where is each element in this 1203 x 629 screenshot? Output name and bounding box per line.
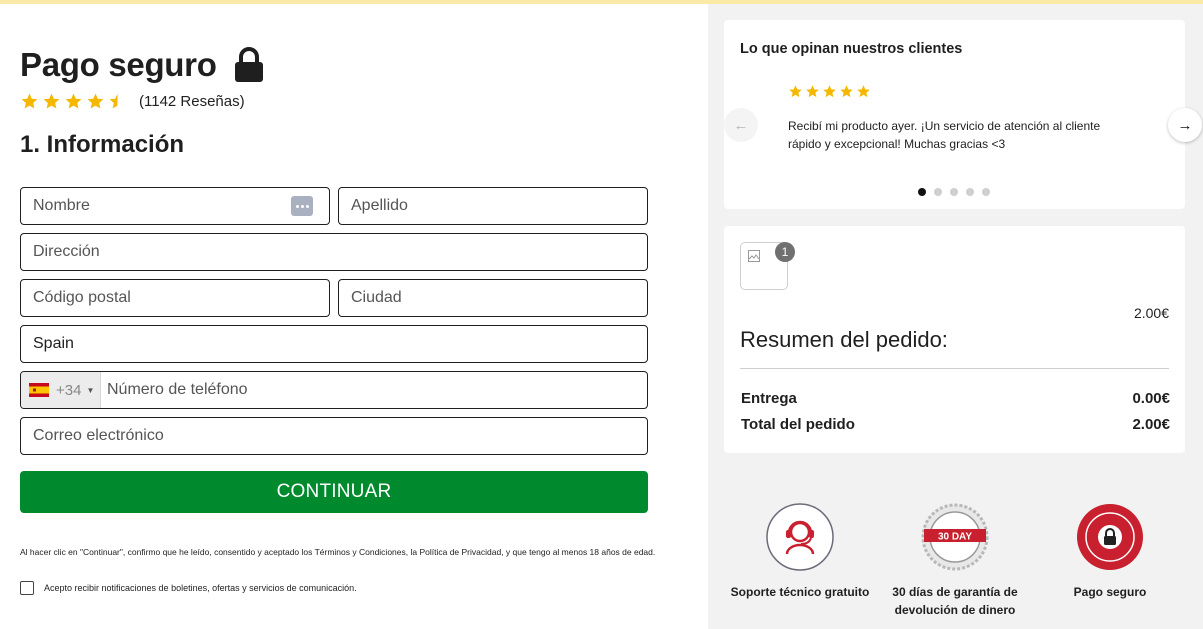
carousel-dot[interactable] [966,188,974,196]
total-value: 2.00€ [1132,416,1170,433]
email-placeholder: Correo electrónico [33,427,164,444]
total-row: Total del pedido 2.00€ [741,416,1170,433]
guarantee-seal-icon: 30 DAY [921,503,989,571]
star-icon [857,85,870,98]
summary-divider [740,368,1169,369]
support-label: Soporte técnico gratuito [730,585,870,599]
star-icon [823,85,836,98]
city-placeholder: Ciudad [351,289,402,306]
email-field[interactable]: Correo electrónico [20,417,648,455]
arrow-right-icon: → [1177,116,1193,134]
first-name-placeholder: Nombre [33,197,90,214]
guarantee-seal-text: 30 DAY [938,532,972,543]
star-icon [840,85,853,98]
secure-checkout-label: Pago seguro [1073,585,1147,599]
newsletter-consent: Acepto recibir notificaciones de boletin… [20,581,357,595]
last-name-placeholder: Apellido [351,197,408,214]
star-icon [43,93,60,109]
carousel-dot[interactable] [934,188,942,196]
arrow-left-icon: ← [733,116,749,134]
star-icon [789,85,802,98]
phone-placeholder: Número de teléfono [107,381,248,398]
caret-down-icon: ▼ [86,385,95,395]
money-back-badge: 30 DAY 30 días de garantía de devolución… [880,502,1030,619]
rating-summary: (1142 Reseñas) [20,92,245,111]
newsletter-consent-checkbox[interactable] [20,581,34,595]
delivery-label: Entrega [741,390,797,407]
legal-disclaimer: Al hacer clic en "Continuar", confirmo q… [20,547,656,557]
carousel-dot[interactable] [982,188,990,196]
first-name-field[interactable]: Nombre [20,187,330,225]
phone-country-selector[interactable]: +34 ▼ [21,372,101,408]
star-icon [21,93,38,109]
city-field[interactable]: Ciudad [338,279,648,317]
carousel-dot[interactable] [918,188,926,196]
carousel-pagination [918,188,990,196]
item-price: 2.00€ [1133,305,1169,321]
star-icon [87,93,104,109]
page-title: Pago seguro [20,46,217,83]
autofill-icon[interactable] [291,196,313,216]
phone-field[interactable]: +34 ▼ Número de teléfono [20,371,648,409]
phone-dial-code: +34 [56,381,82,399]
total-label: Total del pedido [741,416,855,433]
money-back-label: 30 días de garantía de devolución de din… [892,585,1018,617]
reviews-title: Lo que opinan nuestros clientes [740,41,963,57]
newsletter-consent-label: Acepto recibir notificaciones de boletin… [44,583,357,593]
order-summary: 1 2.00€ Resumen del pedido: Entrega 0.00… [724,226,1185,453]
review-count: (1142 Reseñas) [139,93,245,110]
spain-flag-icon [29,383,49,397]
broken-image-icon [748,250,760,262]
address-placeholder: Dirección [33,243,100,260]
continue-button[interactable]: CONTINUAR [20,471,648,513]
rating-stars [20,92,127,111]
country-select[interactable]: Spain [20,325,648,363]
order-sidebar: Lo que opinan nuestros clientes ← → Reci… [708,4,1203,629]
half-star-icon [109,93,118,109]
country-value: Spain [33,335,74,352]
postal-code-placeholder: Código postal [33,289,131,306]
review-stars [788,84,871,99]
secure-checkout-badge: Pago seguro [1035,502,1185,601]
lock-icon [234,47,263,82]
postal-code-field[interactable]: Código postal [20,279,330,317]
delivery-row: Entrega 0.00€ [741,390,1170,407]
carousel-prev-button[interactable]: ← [724,108,758,142]
carousel-dot[interactable] [950,188,958,196]
page-title-row: Pago seguro [20,46,265,84]
delivery-value: 0.00€ [1132,390,1170,407]
quantity-badge: 1 [775,242,795,262]
support-badge: Soporte técnico gratuito [725,502,875,601]
carousel-next-button[interactable]: → [1168,108,1202,142]
star-icon [65,93,82,109]
headset-support-icon [766,503,834,571]
section-title-information: 1. Información [20,131,185,158]
star-icon [806,85,819,98]
last-name-field[interactable]: Apellido [338,187,648,225]
address-field[interactable]: Dirección [20,233,648,271]
secure-checkout-seal-icon [1077,504,1143,570]
reviews-carousel: Lo que opinan nuestros clientes ← → Reci… [724,20,1202,209]
review-text: Recibí mi producto ayer. ¡Un servicio de… [788,119,1101,151]
order-summary-title: Resumen del pedido: [740,327,948,352]
